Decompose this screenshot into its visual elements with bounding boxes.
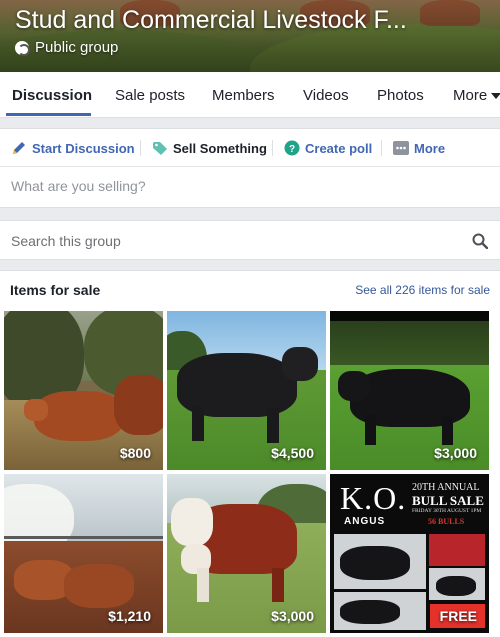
active-tab-indicator bbox=[6, 113, 91, 116]
search-input[interactable]: Search this group bbox=[11, 233, 121, 249]
see-all-items-link[interactable]: See all 226 items for sale bbox=[355, 283, 490, 297]
composer-more-label: More bbox=[414, 140, 446, 156]
poll-icon: ? bbox=[284, 140, 300, 156]
sell-something-button[interactable]: Sell Something bbox=[152, 140, 267, 156]
tab-discussion[interactable]: Discussion bbox=[12, 87, 92, 104]
sale-item[interactable]: $4,500 bbox=[167, 311, 326, 470]
group-privacy-label: Public group bbox=[35, 39, 119, 56]
sale-item-price: $1,210 bbox=[108, 608, 151, 624]
sell-input[interactable]: What are you selling? bbox=[11, 178, 146, 194]
tab-videos[interactable]: Videos bbox=[303, 87, 349, 104]
create-poll-button[interactable]: ? Create poll bbox=[284, 140, 372, 156]
globe-icon bbox=[15, 40, 30, 56]
tab-photos[interactable]: Photos bbox=[377, 87, 424, 104]
flyer-headline-1: 20TH ANNUAL bbox=[412, 482, 480, 493]
search-icon[interactable] bbox=[472, 233, 488, 249]
tag-icon bbox=[153, 142, 167, 155]
sale-item-price: $4,500 bbox=[271, 445, 314, 461]
pencil-icon bbox=[13, 142, 25, 154]
more-icon bbox=[393, 141, 409, 155]
start-discussion-button[interactable]: Start Discussion bbox=[11, 140, 135, 156]
sale-item-price: $3,000 bbox=[271, 608, 314, 624]
sale-item-price: $3,000 bbox=[434, 445, 477, 461]
items-for-sale: Items for sale See all 226 items for sal… bbox=[0, 270, 500, 637]
ko-logo-sub: ANGUS bbox=[344, 516, 386, 527]
composer-actions: Start Discussion Sell Something ? Create… bbox=[0, 129, 500, 167]
tab-more[interactable]: More bbox=[453, 87, 500, 104]
group-search[interactable]: Search this group bbox=[0, 220, 500, 260]
items-for-sale-title: Items for sale bbox=[10, 282, 101, 298]
tab-sale-posts[interactable]: Sale posts bbox=[115, 87, 185, 104]
composer-more-button[interactable]: More bbox=[393, 140, 445, 156]
ko-logo: K.O. bbox=[340, 480, 407, 516]
create-poll-label: Create poll bbox=[305, 140, 373, 156]
sale-item[interactable]: $800 bbox=[4, 311, 163, 470]
flyer-headline-2: BULL SALE bbox=[412, 493, 484, 508]
group-cover: Stud and Commercial Livestock F... Publi… bbox=[0, 0, 500, 72]
group-privacy: Public group bbox=[15, 39, 118, 56]
group-title[interactable]: Stud and Commercial Livestock F... bbox=[15, 6, 407, 35]
group-tabs: Discussion Sale posts Members Videos Pho… bbox=[0, 72, 500, 118]
tab-more-label: More bbox=[453, 87, 488, 104]
sale-item[interactable]: $3,000 bbox=[330, 311, 489, 470]
flyer-count: 56 BULLS bbox=[428, 517, 465, 526]
tab-members[interactable]: Members bbox=[212, 87, 275, 104]
flyer-date: FRIDAY 30TH AUGUST 1PM bbox=[412, 508, 482, 514]
sale-item[interactable]: $1,210 bbox=[4, 474, 163, 633]
sale-item[interactable]: $3,000 bbox=[167, 474, 326, 633]
sale-item-price: $800 bbox=[119, 445, 151, 461]
composer: Start Discussion Sell Something ? Create… bbox=[0, 128, 500, 208]
chevron-down-icon bbox=[491, 93, 500, 100]
sell-something-label: Sell Something bbox=[173, 140, 267, 156]
svg-text:?: ? bbox=[289, 144, 295, 155]
sale-item-price: FREE bbox=[439, 608, 477, 624]
start-discussion-label: Start Discussion bbox=[32, 140, 135, 156]
sale-item[interactable]: K.O. ANGUS 20TH ANNUAL BULL SALE FRIDAY … bbox=[330, 474, 489, 633]
